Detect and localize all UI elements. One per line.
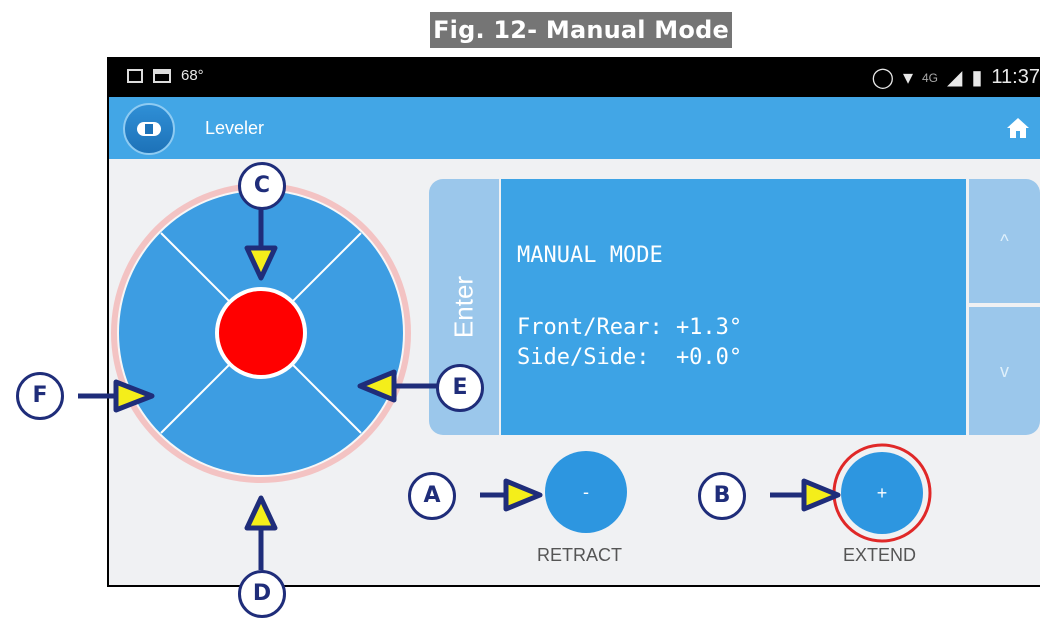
- arrow-column: ^ v: [969, 179, 1040, 435]
- home-icon[interactable]: [1006, 117, 1030, 139]
- side-side-reading: Side/Side: +0.0°: [517, 345, 743, 370]
- clock: 11:37: [991, 66, 1040, 88]
- app-bar: Leveler: [109, 97, 1040, 159]
- retract-label: RETRACT: [537, 545, 622, 565]
- callout-c: C: [238, 162, 286, 210]
- vibrate-icon: ◯: [871, 67, 894, 89]
- callout-f: F: [16, 372, 64, 420]
- battery-icon: ▮: [971, 67, 983, 89]
- leveler-logo[interactable]: [123, 103, 175, 155]
- callout-e: E: [436, 364, 484, 412]
- mode-text: MANUAL MODE: [517, 243, 663, 268]
- display-panel: Enter MANUAL MODE Front/Rear: +1.3° Side…: [429, 179, 1040, 435]
- callout-a: A: [408, 472, 456, 520]
- main-content: Enter MANUAL MODE Front/Rear: +1.3° Side…: [109, 159, 1040, 585]
- figure-title: Fig. 12- Manual Mode: [430, 12, 732, 48]
- retract-button[interactable]: -: [545, 451, 627, 533]
- status-bar: 68° ◯ ▾ 4G ◢ ▮ 11:37: [107, 57, 1040, 97]
- message-icon: [153, 68, 171, 83]
- extend-label: EXTEND: [843, 545, 917, 565]
- up-arrow-button[interactable]: ^: [969, 179, 1040, 303]
- app-title: Leveler: [205, 118, 265, 138]
- temperature: 68°: [181, 67, 204, 84]
- callout-d: D: [238, 570, 286, 618]
- display-screen: MANUAL MODE Front/Rear: +1.3° Side/Side:…: [501, 179, 966, 435]
- extend-button[interactable]: +: [841, 452, 923, 534]
- enter-label: Enter: [448, 275, 479, 339]
- image-icon: [127, 68, 143, 83]
- wifi-icon: ▾: [902, 67, 913, 89]
- phone-screen: 68° ◯ ▾ 4G ◢ ▮ 11:37 Leveler Enter MANUA…: [107, 57, 1040, 587]
- network-type: 4G: [922, 70, 939, 85]
- callout-b: B: [698, 472, 746, 520]
- signal-icon: ◢: [947, 67, 963, 89]
- down-arrow-button[interactable]: v: [969, 307, 1040, 435]
- front-rear-reading: Front/Rear: +1.3°: [517, 315, 743, 340]
